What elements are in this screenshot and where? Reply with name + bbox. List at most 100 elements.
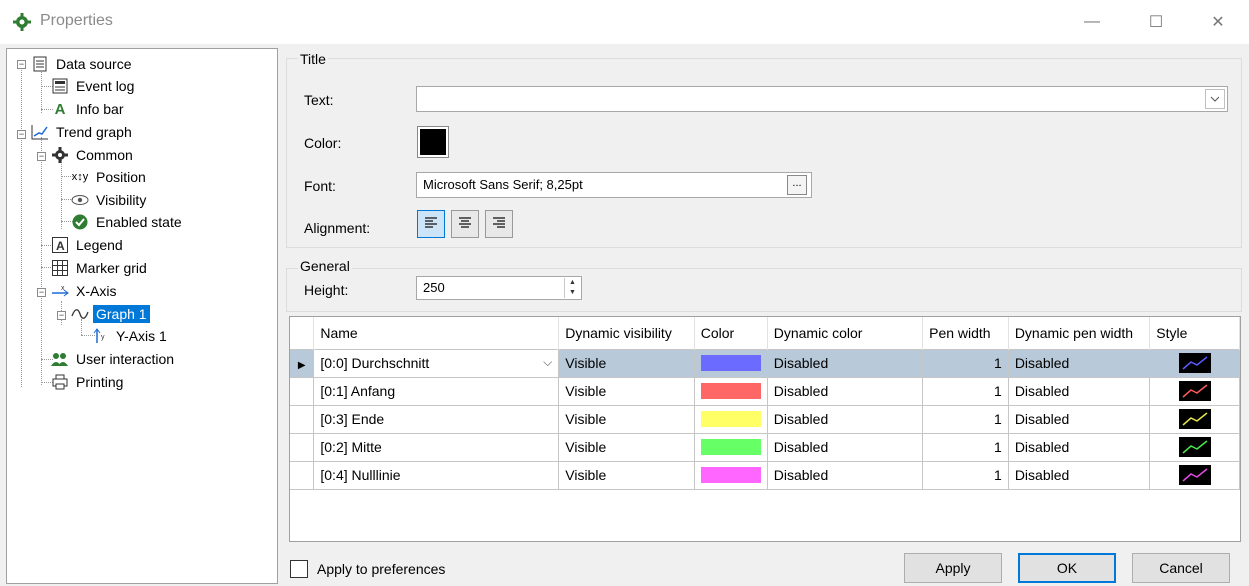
tree-item-user-interaction[interactable]: User interaction xyxy=(51,348,177,370)
dynamic-color-cell[interactable]: Disabled xyxy=(766,348,924,378)
height-stepper[interactable]: 250 ▲ ▼ xyxy=(416,276,582,300)
align-center-button[interactable] xyxy=(451,210,479,238)
tree-item-y-axis-1[interactable]: y Y-Axis 1 xyxy=(91,325,170,347)
dynamic-visibility-cell[interactable]: Visible xyxy=(558,460,695,490)
spin-buttons[interactable]: ▲ ▼ xyxy=(564,278,580,298)
tree-item-enabled-state[interactable]: Enabled state xyxy=(71,211,185,233)
line-style-icon xyxy=(1178,409,1211,429)
dynamic-color-cell[interactable]: Disabled xyxy=(766,432,924,462)
collapse-toggle-trend-graph[interactable]: − xyxy=(17,130,26,139)
table-row[interactable]: [0:3] Ende Visible Disabled 1 Disabled xyxy=(290,404,1240,434)
style-cell[interactable] xyxy=(1149,348,1240,378)
align-left-button[interactable] xyxy=(417,210,445,238)
dynamic-color-cell[interactable]: Disabled xyxy=(766,404,924,434)
tree-item-position[interactable]: x↕y Position xyxy=(71,166,149,188)
collapse-toggle-x-axis[interactable]: − xyxy=(37,288,46,297)
tree-item-trend-graph[interactable]: Trend graph xyxy=(31,121,135,143)
dynamic-pen-width-cell[interactable]: Disabled xyxy=(1007,404,1151,434)
row-header[interactable] xyxy=(290,460,315,490)
dynamic-visibility-cell[interactable]: Visible xyxy=(558,432,695,462)
cancel-button[interactable]: Cancel xyxy=(1132,553,1230,583)
dynamic-pen-width-cell[interactable]: Disabled xyxy=(1007,348,1151,378)
apply-to-preferences-checkbox[interactable] xyxy=(290,560,308,578)
maximize-button[interactable]: ☐ xyxy=(1138,8,1174,36)
column-header-color[interactable]: Color xyxy=(694,317,768,349)
font-field[interactable]: Microsoft Sans Serif; 8,25pt xyxy=(416,172,812,198)
tree-item-marker-grid[interactable]: Marker grid xyxy=(51,257,150,279)
row-header[interactable] xyxy=(290,404,315,434)
font-browse-button[interactable]: ... xyxy=(787,175,807,195)
row-header[interactable]: ▶ xyxy=(290,348,315,378)
tree-item-printing[interactable]: Printing xyxy=(51,371,126,393)
spin-down-icon[interactable]: ▼ xyxy=(565,288,580,298)
collapse-toggle-common[interactable]: − xyxy=(37,152,46,161)
tree-item-legend[interactable]: A Legend xyxy=(51,234,126,256)
graph-name-cell[interactable]: [0:1] Anfang xyxy=(313,376,560,406)
table-row[interactable]: [0:4] Nulllinie Visible Disabled 1 Disabled xyxy=(290,460,1240,490)
graph-name-cell[interactable]: [0:2] Mitte xyxy=(313,432,560,462)
style-cell[interactable] xyxy=(1149,404,1240,434)
dynamic-pen-width-cell[interactable]: Disabled xyxy=(1007,460,1151,490)
dynamic-pen-width-cell[interactable]: Disabled xyxy=(1007,376,1151,406)
title-color-picker[interactable] xyxy=(417,126,449,158)
chevron-down-icon[interactable] xyxy=(1205,89,1225,109)
line-style-icon xyxy=(1178,465,1211,485)
apply-button[interactable]: Apply xyxy=(904,553,1002,583)
table-row[interactable]: [0:2] Mitte Visible Disabled 1 Disabled xyxy=(290,432,1240,462)
column-header-pen-width[interactable]: Pen width xyxy=(922,317,1009,349)
close-button[interactable]: ✕ xyxy=(1200,8,1236,36)
color-cell[interactable] xyxy=(693,376,768,406)
dynamic-visibility-cell[interactable]: Visible xyxy=(558,348,695,378)
pen-width-cell[interactable]: 1 xyxy=(922,348,1009,378)
color-cell[interactable] xyxy=(693,348,768,378)
graph-name-cell[interactable]: [0:0] Durchschnitt ⌵ xyxy=(313,348,560,378)
align-center-icon xyxy=(458,216,472,233)
column-header-dynamic-color[interactable]: Dynamic color xyxy=(767,317,924,349)
pen-width-cell[interactable]: 1 xyxy=(922,460,1009,490)
dynamic-visibility-cell[interactable]: Visible xyxy=(558,376,695,406)
column-header-name[interactable]: Name xyxy=(313,317,560,349)
tree-item-common[interactable]: Common xyxy=(51,144,136,166)
window-title: Properties xyxy=(40,12,113,29)
spin-up-icon[interactable]: ▲ xyxy=(565,278,580,288)
graphs-grid[interactable]: Name Dynamic visibility Color Dynamic co… xyxy=(289,316,1241,542)
dynamic-visibility-cell[interactable]: Visible xyxy=(558,404,695,434)
column-header-dynamic-visibility[interactable]: Dynamic visibility xyxy=(558,317,695,349)
color-cell[interactable] xyxy=(693,432,768,462)
graph-name-cell[interactable]: [0:3] Ende xyxy=(313,404,560,434)
row-header[interactable] xyxy=(290,376,315,406)
dynamic-color-cell[interactable]: Disabled xyxy=(766,460,924,490)
tree-item-x-axis[interactable]: x X-Axis xyxy=(51,280,119,302)
collapse-toggle-data-source[interactable]: − xyxy=(17,60,26,69)
pen-width-cell[interactable]: 1 xyxy=(922,404,1009,434)
tree-item-visibility[interactable]: Visibility xyxy=(71,189,149,211)
color-cell[interactable] xyxy=(693,460,768,490)
column-header-style[interactable]: Style xyxy=(1149,317,1240,349)
table-row[interactable]: ▶ [0:0] Durchschnitt ⌵ Visible Disabled 1 Disa… xyxy=(290,348,1240,378)
title-text-combo[interactable] xyxy=(416,86,1228,112)
pen-width-cell[interactable]: 1 xyxy=(922,376,1009,406)
collapse-toggle-graph-1[interactable]: − xyxy=(57,311,66,320)
chevron-down-icon[interactable]: ⌵ xyxy=(543,355,552,370)
eye-icon xyxy=(71,191,89,209)
tree-item-info-bar[interactable]: A Info bar xyxy=(51,98,126,120)
dynamic-pen-width-cell[interactable]: Disabled xyxy=(1007,432,1151,462)
tree-item-event-log[interactable]: Event log xyxy=(51,75,137,97)
align-right-button[interactable] xyxy=(485,210,513,238)
column-header-dynamic-pen-width[interactable]: Dynamic pen width xyxy=(1008,317,1151,349)
dynamic-color-cell[interactable]: Disabled xyxy=(766,376,924,406)
color-cell[interactable] xyxy=(693,404,768,434)
style-cell[interactable] xyxy=(1149,460,1240,490)
style-cell[interactable] xyxy=(1149,376,1240,406)
style-cell[interactable] xyxy=(1149,432,1240,462)
minimize-button[interactable]: — xyxy=(1074,8,1110,36)
ok-button[interactable]: OK xyxy=(1018,553,1116,583)
svg-text:A: A xyxy=(56,239,65,253)
graph-name-cell[interactable]: [0:4] Nulllinie xyxy=(313,460,560,490)
pen-width-cell[interactable]: 1 xyxy=(922,432,1009,462)
tree-item-graph-1[interactable]: Graph 1 xyxy=(71,303,150,325)
table-row[interactable]: [0:1] Anfang Visible Disabled 1 Disabled xyxy=(290,376,1240,406)
row-header[interactable] xyxy=(290,432,315,462)
tree-item-data-source[interactable]: Data source xyxy=(31,53,134,75)
properties-tree[interactable]: − − − − − Data source Event log A Info b… xyxy=(6,48,278,584)
